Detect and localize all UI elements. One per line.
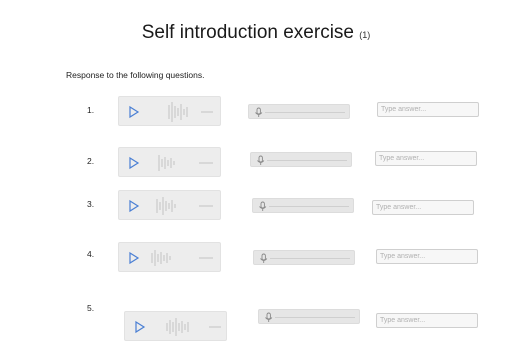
audio-player[interactable]: [118, 242, 221, 272]
microphone-icon[interactable]: [255, 107, 263, 117]
microphone-icon[interactable]: [265, 312, 273, 322]
question-number: 4.: [87, 249, 95, 259]
title-text: Self introduction exercise: [141, 22, 354, 43]
instructions-text: Response to the following questions.: [66, 70, 205, 80]
play-icon[interactable]: [129, 156, 140, 170]
audio-player[interactable]: [118, 96, 221, 126]
title-count: (1): [359, 30, 371, 40]
voice-recorder[interactable]: [248, 104, 350, 119]
audio-player[interactable]: [118, 147, 221, 177]
question-row: 2.: [0, 147, 512, 187]
exercise-title: Self introduction exercise (1): [0, 22, 512, 44]
play-icon[interactable]: [135, 320, 146, 334]
question-number: 3.: [87, 199, 95, 209]
answer-input[interactable]: [376, 249, 478, 264]
voice-recorder[interactable]: [253, 250, 355, 265]
question-number: 5.: [87, 303, 95, 313]
question-number: 1.: [87, 105, 95, 115]
answer-input[interactable]: [376, 313, 478, 328]
question-row: 5.: [0, 297, 512, 341]
answer-input[interactable]: [375, 151, 477, 166]
audio-player[interactable]: [118, 190, 221, 220]
microphone-icon[interactable]: [259, 201, 267, 211]
question-row: 3.: [0, 190, 512, 230]
play-icon[interactable]: [129, 105, 140, 119]
play-icon[interactable]: [129, 199, 140, 213]
voice-recorder[interactable]: [250, 152, 352, 167]
question-row: 1.: [0, 96, 512, 136]
waveform: [166, 318, 221, 336]
waveform: [156, 197, 213, 215]
question-row: 4.: [0, 242, 512, 282]
voice-recorder[interactable]: [252, 198, 354, 213]
waveform: [158, 155, 213, 171]
microphone-icon[interactable]: [257, 155, 265, 165]
microphone-icon[interactable]: [260, 253, 268, 263]
answer-input[interactable]: [377, 102, 479, 117]
audio-player[interactable]: [124, 311, 227, 341]
waveform: [151, 250, 213, 266]
answer-input[interactable]: [372, 200, 474, 215]
waveform: [168, 102, 213, 122]
voice-recorder[interactable]: [258, 309, 360, 324]
play-icon[interactable]: [129, 251, 140, 265]
question-number: 2.: [87, 156, 95, 166]
